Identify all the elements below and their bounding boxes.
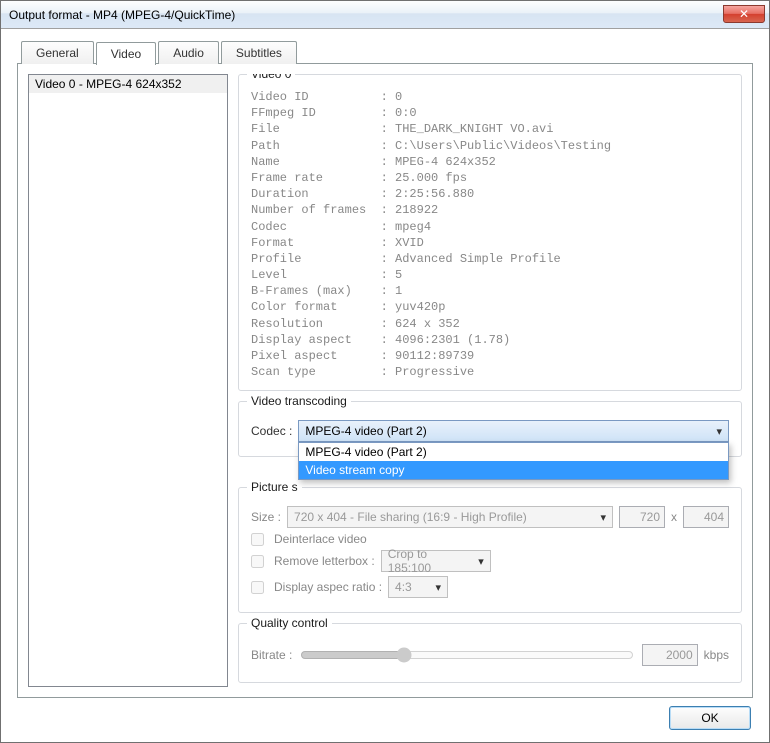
group-video-transcoding: Video transcoding Codec : MPEG-4 video (…	[238, 401, 742, 457]
remove-letterbox-checkbox[interactable]	[251, 555, 264, 568]
dar-select-value: 4:3	[395, 580, 412, 594]
group-title-quality: Quality control	[247, 616, 332, 630]
deinterlace-checkbox[interactable]	[251, 533, 264, 546]
codec-select[interactable]: MPEG-4 video (Part 2) MPEG-4 video (Part…	[298, 420, 729, 442]
dialog-window: Output format - MP4 (MPEG-4/QuickTime) ✕…	[0, 0, 770, 743]
list-item[interactable]: Video 0 - MPEG-4 624x352	[29, 75, 227, 93]
tab-strip: General Video Audio Subtitles	[17, 41, 753, 64]
client-area: General Video Audio Subtitles Video 0 - …	[1, 29, 769, 742]
dropdown-item-mpeg4[interactable]: MPEG-4 video (Part 2)	[299, 443, 728, 461]
titlebar[interactable]: Output format - MP4 (MPEG-4/QuickTime) ✕	[1, 1, 769, 29]
video-info-text: Video ID : 0 FFmpeg ID : 0:0 File : THE_…	[251, 89, 729, 380]
tab-general[interactable]: General	[21, 41, 94, 64]
video-streams-listbox[interactable]: Video 0 - MPEG-4 624x352	[28, 74, 228, 687]
crop-select-value: Crop to 185:100	[388, 547, 470, 575]
dialog-footer: OK	[17, 698, 753, 730]
ok-button[interactable]: OK	[669, 706, 751, 730]
width-input[interactable]	[619, 506, 665, 528]
remove-letterbox-label: Remove letterbox :	[274, 554, 375, 568]
dar-select[interactable]: 4:3	[388, 576, 448, 598]
group-title-picture: Picture s	[247, 480, 302, 494]
crop-select[interactable]: Crop to 185:100	[381, 550, 491, 572]
bitrate-slider[interactable]	[300, 644, 633, 666]
bitrate-label: Bitrate :	[251, 648, 292, 662]
dar-label: Display aspec ratio :	[274, 580, 382, 594]
tab-subtitles[interactable]: Subtitles	[221, 41, 297, 64]
bitrate-unit: kbps	[704, 648, 729, 662]
size-label: Size :	[251, 510, 281, 524]
codec-dropdown-list: MPEG-4 video (Part 2) Video stream copy	[298, 442, 729, 480]
close-icon: ✕	[739, 7, 749, 21]
codec-select-value: MPEG-4 video (Part 2)	[305, 424, 426, 438]
group-quality-control: Quality control Bitrate : kbps	[238, 623, 742, 683]
size-select-value: 720 x 404 - File sharing (16:9 - High Pr…	[294, 510, 527, 524]
tab-panel-video: Video 0 - MPEG-4 624x352 Video 0 Video I…	[17, 63, 753, 698]
codec-label: Codec :	[251, 424, 292, 438]
x-label: x	[671, 510, 677, 524]
group-title-video-info: Video 0	[247, 74, 295, 81]
dropdown-item-stream-copy[interactable]: Video stream copy	[299, 461, 728, 479]
window-title: Output format - MP4 (MPEG-4/QuickTime)	[9, 8, 723, 22]
close-button[interactable]: ✕	[723, 5, 765, 23]
group-title-transcoding: Video transcoding	[247, 394, 351, 408]
size-select[interactable]: 720 x 404 - File sharing (16:9 - High Pr…	[287, 506, 613, 528]
bitrate-input[interactable]	[642, 644, 698, 666]
dar-checkbox[interactable]	[251, 581, 264, 594]
deinterlace-label: Deinterlace video	[274, 532, 367, 546]
tab-video[interactable]: Video	[96, 42, 156, 65]
height-input[interactable]	[683, 506, 729, 528]
group-video-info: Video 0 Video ID : 0 FFmpeg ID : 0:0 Fil…	[238, 74, 742, 391]
right-pane: Video 0 Video ID : 0 FFmpeg ID : 0:0 Fil…	[238, 74, 742, 687]
tab-audio[interactable]: Audio	[158, 41, 219, 64]
group-picture-size: Picture s Size : 720 x 404 - File sharin…	[238, 487, 742, 613]
